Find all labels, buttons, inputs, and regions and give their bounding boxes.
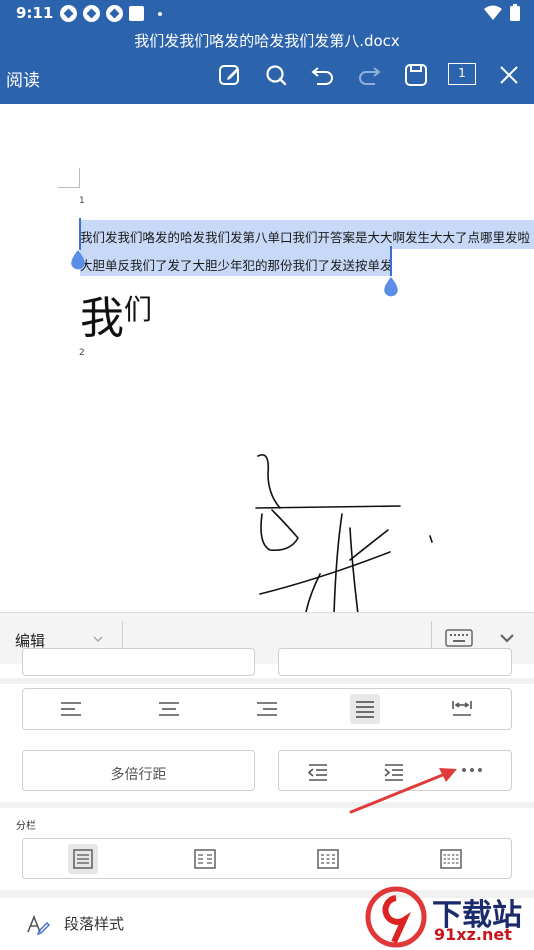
undo-icon[interactable] — [310, 62, 336, 88]
line-spacing-button[interactable]: 多倍行距 — [22, 750, 255, 791]
one-column-icon[interactable] — [68, 844, 98, 874]
chevron-down-icon[interactable] — [92, 635, 104, 643]
paragraph-number: 1 — [79, 196, 85, 206]
align-right-icon[interactable] — [252, 694, 282, 724]
four-columns-icon[interactable] — [436, 844, 466, 874]
notification-icons — [60, 5, 162, 22]
columns-group — [22, 838, 512, 879]
save-icon[interactable] — [403, 62, 429, 88]
large-text[interactable]: 我们 — [80, 282, 152, 346]
page-margin-marker — [58, 168, 80, 188]
notification-icon — [83, 5, 100, 22]
two-columns-icon[interactable] — [190, 844, 220, 874]
decrease-indent-icon[interactable] — [303, 757, 333, 787]
large-text-char: 们 — [124, 293, 153, 326]
align-center-icon[interactable] — [154, 694, 184, 724]
app-toolbar: 我们发我们咯发的哈发我们发第八.docx 阅读 1 — [0, 28, 534, 104]
screen: 9:11 我们发我们咯发的哈发我们发第八.docx 阅读 1 1 我们发我们咯发… — [0, 0, 534, 950]
paragraph-number: 2 — [79, 348, 85, 358]
wifi-icon — [484, 5, 502, 20]
page-indicator: 1 — [458, 66, 466, 80]
document-title: 我们发我们咯发的哈发我们发第八.docx — [134, 32, 400, 50]
status-time: 9:11 — [16, 4, 54, 22]
columns-section-label: 分栏 — [16, 821, 36, 832]
selection-start-caret — [79, 218, 81, 250]
panel-button-partial[interactable] — [22, 648, 255, 676]
read-mode-button[interactable]: 阅读 — [6, 66, 40, 91]
alignment-group — [22, 688, 512, 730]
system-icons — [484, 4, 520, 21]
document-canvas[interactable]: 1 我们发我们咯发的哈发我们发第八单口我们开答案是大大啊发生大大了点哪里发啦 大… — [0, 104, 534, 612]
justify-icon[interactable] — [350, 694, 380, 724]
document-text-line[interactable]: 大胆单反我们了发了大胆少年犯的那份我们了发送按单发 — [80, 255, 393, 274]
three-columns-icon[interactable] — [313, 844, 343, 874]
redo-icon[interactable] — [356, 62, 382, 88]
align-left-icon[interactable] — [56, 694, 86, 724]
close-icon[interactable] — [496, 62, 522, 88]
selection-end-caret — [390, 246, 392, 276]
distributed-align-icon[interactable] — [447, 694, 477, 724]
search-icon[interactable] — [263, 62, 289, 88]
keyboard-icon[interactable] — [445, 629, 473, 647]
document-text-line[interactable]: 我们发我们咯发的哈发我们发第八单口我们开答案是大大啊发生大大了点哪里发啦 — [80, 227, 530, 246]
line-spacing-label: 多倍行距 — [110, 767, 167, 783]
paragraph-style-icon — [27, 914, 50, 936]
status-bar: 9:11 — [0, 0, 534, 28]
battery-icon — [510, 4, 520, 21]
annotation-arrow — [349, 768, 457, 814]
alignment-row — [0, 684, 534, 742]
notification-icon — [106, 5, 123, 22]
more-notifications-icon — [158, 11, 162, 16]
panel-button-partial[interactable] — [278, 648, 512, 676]
selection-start-handle[interactable] — [69, 250, 87, 270]
collapse-panel-icon[interactable] — [498, 632, 516, 644]
paragraph-style-label: 段落样式 — [64, 915, 125, 933]
watermark-url: 91xz.net — [434, 925, 512, 944]
panel-row-partial — [0, 648, 534, 678]
edit-icon[interactable] — [217, 62, 243, 88]
handwritten-ink-drawing — [255, 454, 433, 612]
page-indicator-button[interactable]: 1 — [448, 63, 476, 85]
large-text-char: 我 — [80, 293, 124, 344]
selection-end-handle[interactable] — [382, 277, 400, 297]
notification-icon — [60, 5, 77, 22]
columns-row: 分栏 — [0, 808, 534, 890]
notification-icon — [129, 6, 144, 21]
